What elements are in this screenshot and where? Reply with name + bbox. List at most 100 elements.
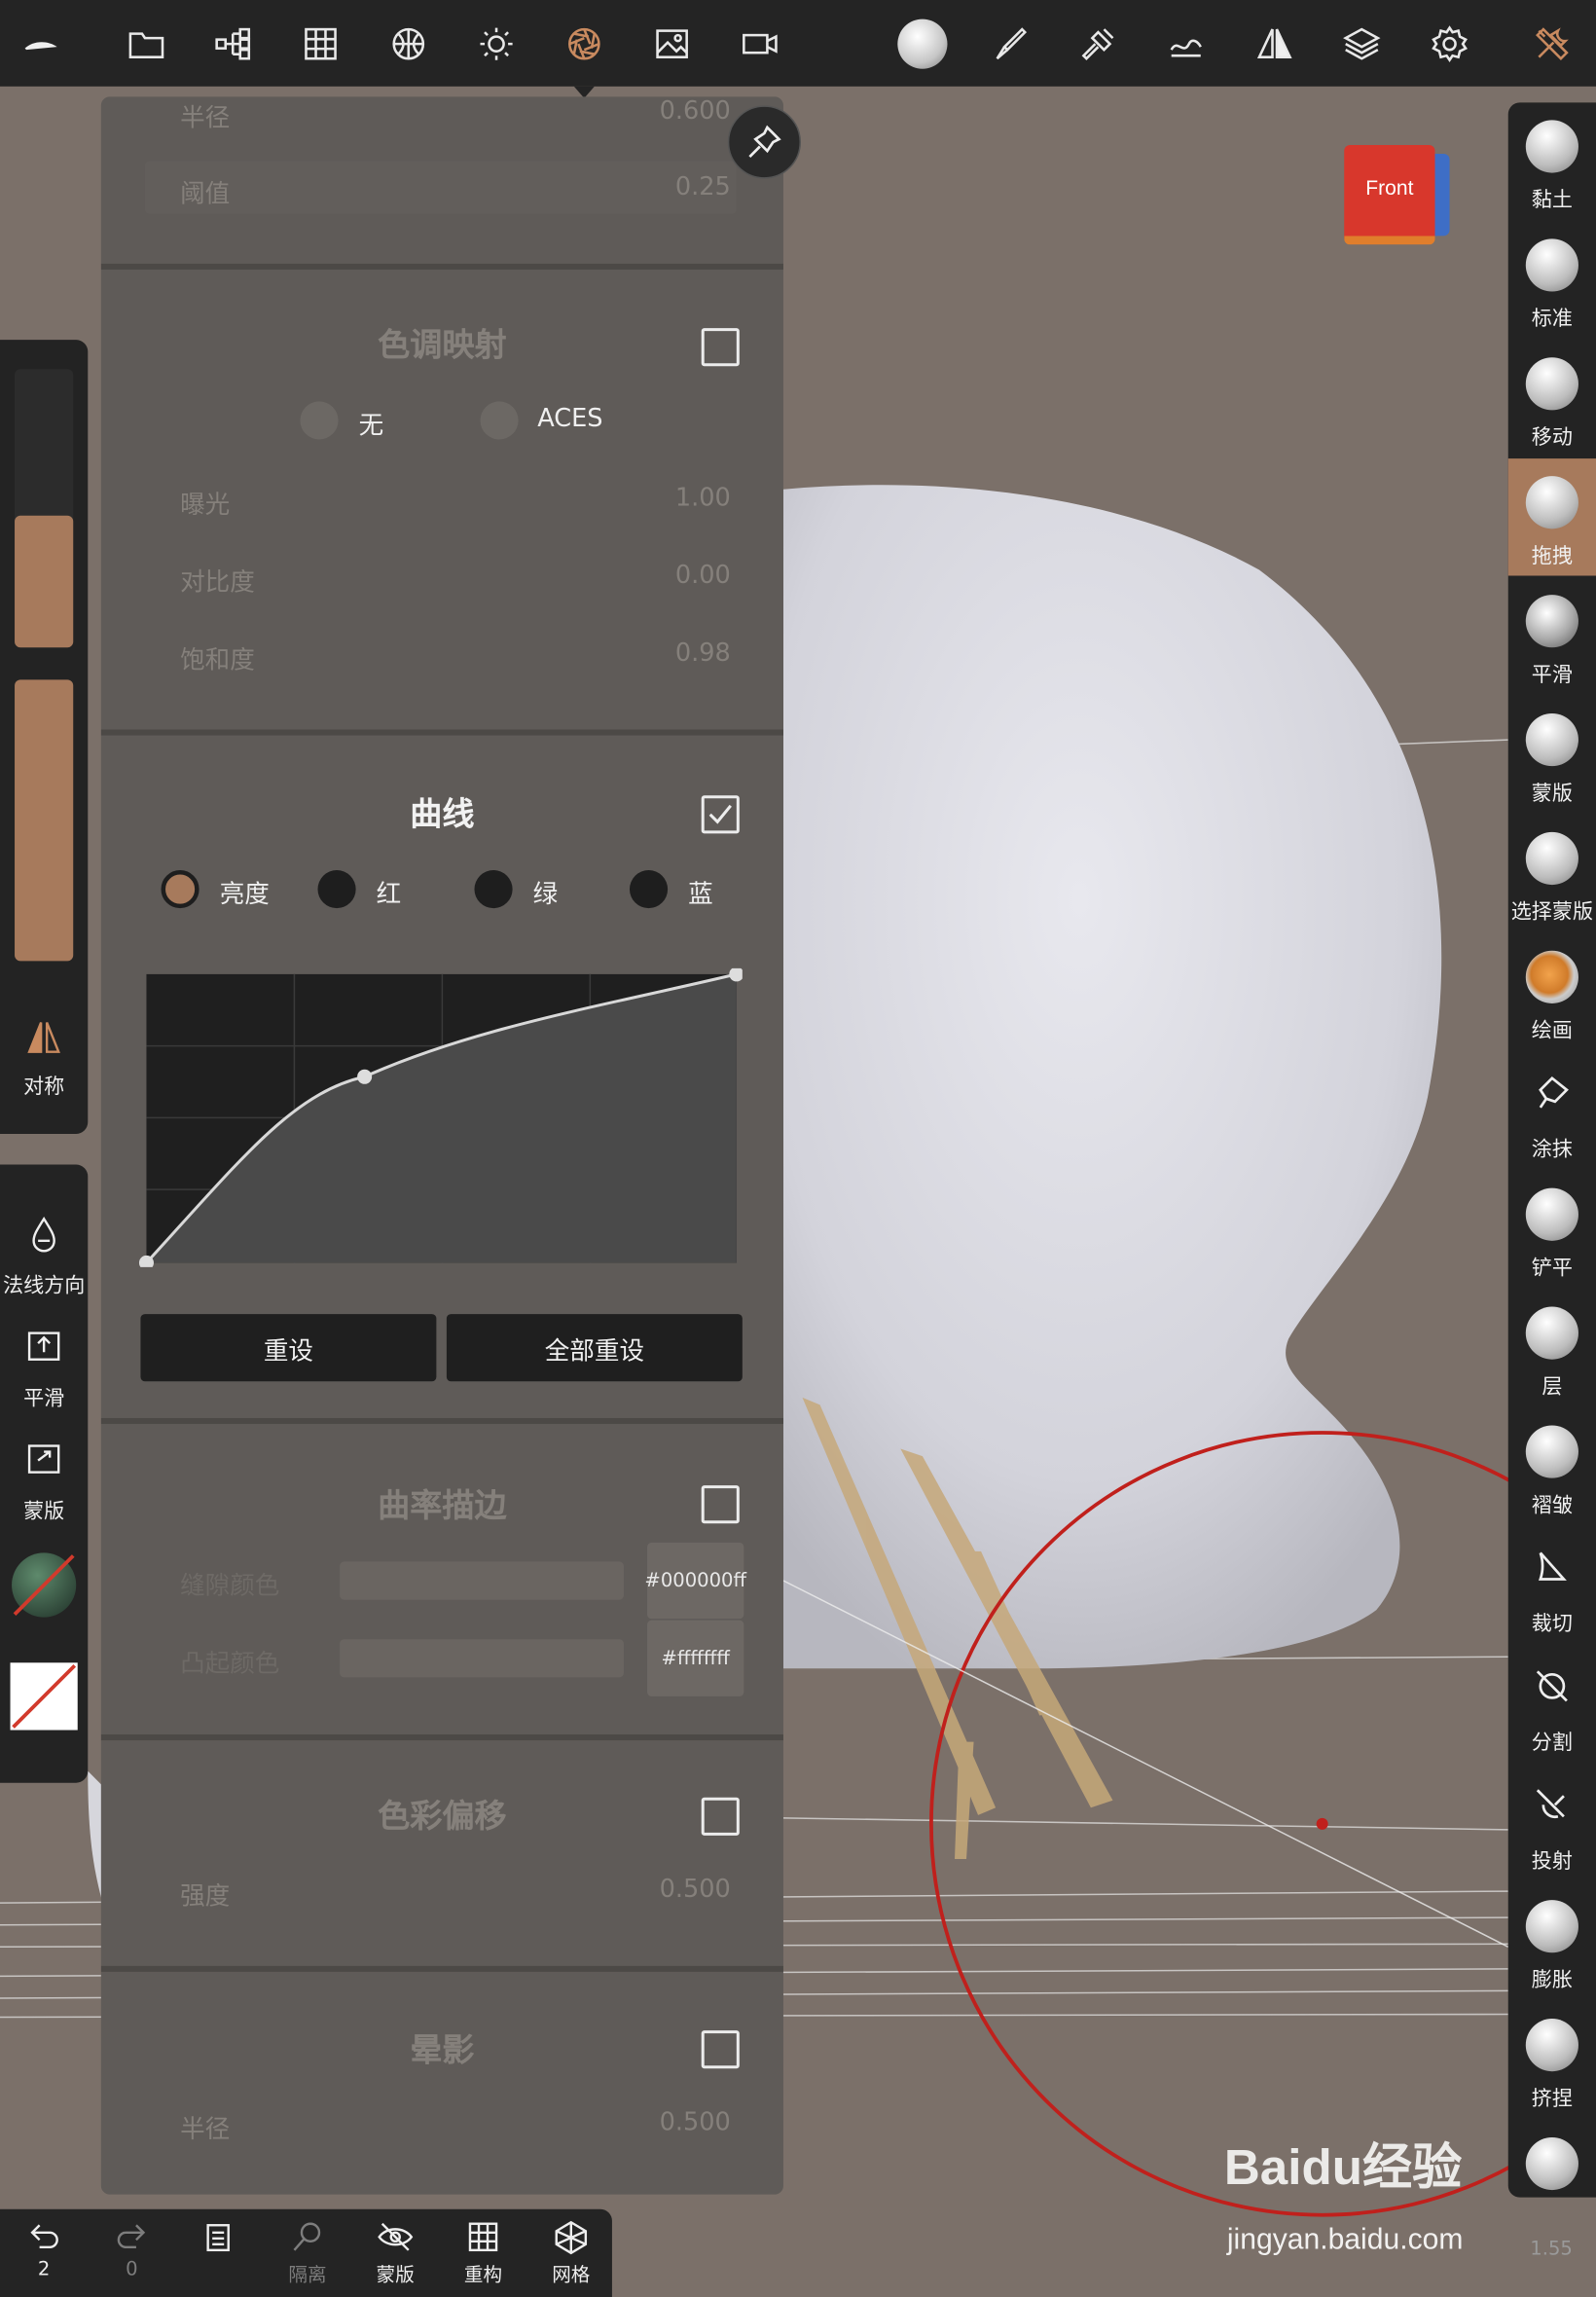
tone-none-radio[interactable] xyxy=(300,401,339,440)
matcap-sphere-icon[interactable] xyxy=(12,1552,77,1618)
concave-slider[interactable] xyxy=(340,1561,624,1600)
mesh-button[interactable]: 网格 xyxy=(533,2218,609,2294)
tools-icon[interactable] xyxy=(1526,18,1578,70)
drag-brush-icon xyxy=(1525,476,1578,529)
trim-icon xyxy=(1532,1547,1573,1587)
brush-select-mask[interactable]: 选择蒙版 xyxy=(1508,815,1596,931)
threshold-value[interactable]: 0.25 xyxy=(675,173,731,202)
brush-standard[interactable]: 标准 xyxy=(1508,221,1596,338)
brush-label: 蒙版 xyxy=(1531,782,1573,806)
normal-direction-icon[interactable] xyxy=(22,1213,66,1257)
channel-green-radio[interactable] xyxy=(474,870,513,909)
brush-inflate[interactable]: 膨胀 xyxy=(1508,1882,1596,1999)
brush-smooth[interactable]: 平滑 xyxy=(1508,577,1596,694)
mask-toggle-label: 蒙版 xyxy=(376,2264,415,2287)
material-sphere-icon[interactable] xyxy=(382,18,435,70)
light-icon[interactable] xyxy=(470,18,523,70)
history-button[interactable] xyxy=(182,2218,258,2294)
brush-sphere-icon[interactable] xyxy=(896,18,949,70)
stroke-icon[interactable] xyxy=(1160,18,1213,70)
exposure-label: 曝光 xyxy=(180,491,231,521)
brush-label: 选择蒙版 xyxy=(1510,900,1594,925)
post-process-icon[interactable] xyxy=(558,18,610,70)
mask-toggle-button[interactable]: 蒙版 xyxy=(357,2218,433,2294)
color-swatch-icon[interactable] xyxy=(10,1662,78,1731)
scene-tree-icon[interactable] xyxy=(206,18,259,70)
brush-trim[interactable]: 裁切 xyxy=(1508,1526,1596,1643)
convex-color-field[interactable]: #ffffffff xyxy=(647,1620,744,1696)
pin-button[interactable] xyxy=(727,105,802,179)
brush-smudge[interactable]: 涂抹 xyxy=(1508,1052,1596,1169)
inflate-brush-icon xyxy=(1525,1900,1578,1953)
camera-icon[interactable] xyxy=(734,18,786,70)
brush-drag[interactable]: 拖拽 xyxy=(1507,458,1596,576)
paint-brush-icon[interactable] xyxy=(984,18,1036,70)
brush-label: 层 xyxy=(1542,1375,1563,1400)
hammer-icon[interactable] xyxy=(1071,18,1124,70)
logo-icon[interactable] xyxy=(15,18,67,70)
brush-mask[interactable]: 蒙版 xyxy=(1508,696,1596,813)
concave-color-field[interactable]: #000000ff xyxy=(644,1542,746,1620)
brush-project[interactable]: 投射 xyxy=(1508,1764,1596,1880)
mesh-icon xyxy=(555,2220,588,2255)
channel-luminance-radio[interactable] xyxy=(161,870,200,909)
tone-none-label: 无 xyxy=(358,411,384,442)
redo-button[interactable]: 0 xyxy=(93,2218,169,2294)
isolate-button[interactable]: 隔离 xyxy=(270,2218,345,2294)
brush-split[interactable]: 分割 xyxy=(1508,1645,1596,1762)
brush-panel: 黏土 标准 移动 拖拽 平滑 蒙版 选择蒙版 绘画 涂抹 铲平 层 褶皱 裁切 … xyxy=(1507,102,1596,2198)
exposure-value[interactable]: 1.00 xyxy=(675,484,731,513)
symmetry-icon[interactable] xyxy=(1248,18,1300,70)
ca-strength-label: 强度 xyxy=(180,1882,231,1913)
folder-icon[interactable] xyxy=(120,18,172,70)
smooth-icon[interactable] xyxy=(22,1326,66,1369)
symmetry-toggle-icon[interactable] xyxy=(22,1017,66,1061)
view-cube[interactable]: Front xyxy=(1344,145,1452,250)
radius-slider[interactable] xyxy=(15,369,74,648)
ca-strength-value[interactable]: 0.500 xyxy=(660,1876,731,1905)
brush-more[interactable] xyxy=(1508,2120,1596,2198)
brush-move[interactable]: 移动 xyxy=(1508,340,1596,456)
watermark-url: jingyan.baidu.com xyxy=(1226,2223,1464,2256)
brush-flatten[interactable]: 铲平 xyxy=(1508,1171,1596,1288)
channel-blue-radio[interactable] xyxy=(629,870,669,909)
tone-mapping-checkbox[interactable] xyxy=(701,328,740,367)
curvature-outline-checkbox[interactable] xyxy=(701,1485,740,1524)
remesh-button[interactable]: 重构 xyxy=(445,2218,521,2294)
channel-red-radio[interactable] xyxy=(317,870,356,909)
concave-color-label: 缝隙颜色 xyxy=(180,1571,280,1602)
curve-editor[interactable] xyxy=(138,967,743,1267)
tone-aces-label: ACES xyxy=(537,404,603,434)
search-icon xyxy=(293,2222,321,2251)
grid-icon[interactable] xyxy=(294,18,346,70)
channel-blue-label: 蓝 xyxy=(688,880,713,910)
vignette-checkbox[interactable] xyxy=(701,2030,740,2069)
brush-clay[interactable]: 黏土 xyxy=(1508,102,1596,219)
brush-layer[interactable]: 层 xyxy=(1508,1289,1596,1405)
curves-checkbox[interactable] xyxy=(701,795,740,834)
contrast-value[interactable]: 0.00 xyxy=(675,561,731,590)
curves-reset-all-button[interactable]: 全部重设 xyxy=(446,1314,743,1382)
threshold-slider[interactable] xyxy=(144,161,737,214)
chromatic-aberration-checkbox[interactable] xyxy=(701,1797,740,1836)
radius-value-top[interactable]: 0.600 xyxy=(660,96,731,126)
clay-brush-icon xyxy=(1525,120,1578,173)
brush-pinch[interactable]: 挤捏 xyxy=(1508,2001,1596,2118)
convex-slider[interactable] xyxy=(340,1639,624,1678)
vignette-radius-value[interactable]: 0.500 xyxy=(660,2108,731,2137)
view-cube-label: Front xyxy=(1365,175,1414,200)
pinch-brush-icon xyxy=(1525,2019,1578,2072)
tone-aces-radio[interactable] xyxy=(480,401,519,440)
intensity-slider[interactable] xyxy=(15,679,74,962)
settings-icon[interactable] xyxy=(1423,18,1475,70)
curves-reset-button[interactable]: 重设 xyxy=(140,1314,437,1382)
brush-crease[interactable]: 褶皱 xyxy=(1508,1407,1596,1524)
isolate-label: 隔离 xyxy=(288,2264,327,2287)
layers-icon[interactable] xyxy=(1335,18,1388,70)
saturation-value[interactable]: 0.98 xyxy=(675,638,731,668)
mask-icon[interactable] xyxy=(22,1439,66,1482)
brush-paint[interactable]: 绘画 xyxy=(1508,933,1596,1050)
convex-color-label: 凸起颜色 xyxy=(180,1649,280,1679)
image-icon[interactable] xyxy=(646,18,699,70)
undo-button[interactable]: 2 xyxy=(6,2218,82,2294)
